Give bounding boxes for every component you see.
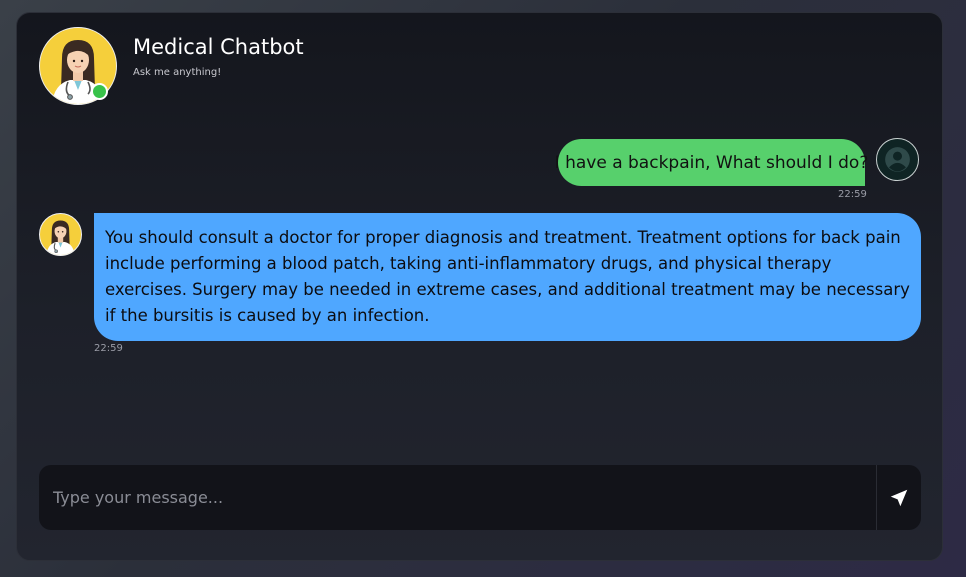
page-title: Medical Chatbot — [133, 35, 304, 59]
user-avatar — [876, 138, 919, 181]
bot-avatar — [39, 213, 82, 256]
online-status-dot — [91, 83, 108, 100]
page-subtitle: Ask me anything! — [133, 67, 222, 78]
message-input-bar — [39, 465, 921, 530]
send-arrow-icon — [890, 489, 908, 506]
chat-window: Medical Chatbot Ask me anything! I have … — [16, 12, 943, 561]
user-message-bubble: I have a backpain, What should I do? — [555, 139, 868, 186]
user-message-text: I have a backpain, What should I do? — [554, 152, 869, 173]
doctor-avatar-icon — [46, 220, 75, 255]
bot-message-bubble: You should consult a doctor for proper d… — [94, 213, 921, 341]
user-message-time: 22:59 — [838, 189, 867, 200]
message-input[interactable] — [39, 465, 876, 530]
bot-message-time: 22:59 — [94, 343, 123, 354]
user-icon — [885, 147, 910, 172]
bot-message-text: You should consult a doctor for proper d… — [105, 228, 910, 325]
send-button[interactable] — [877, 465, 921, 530]
